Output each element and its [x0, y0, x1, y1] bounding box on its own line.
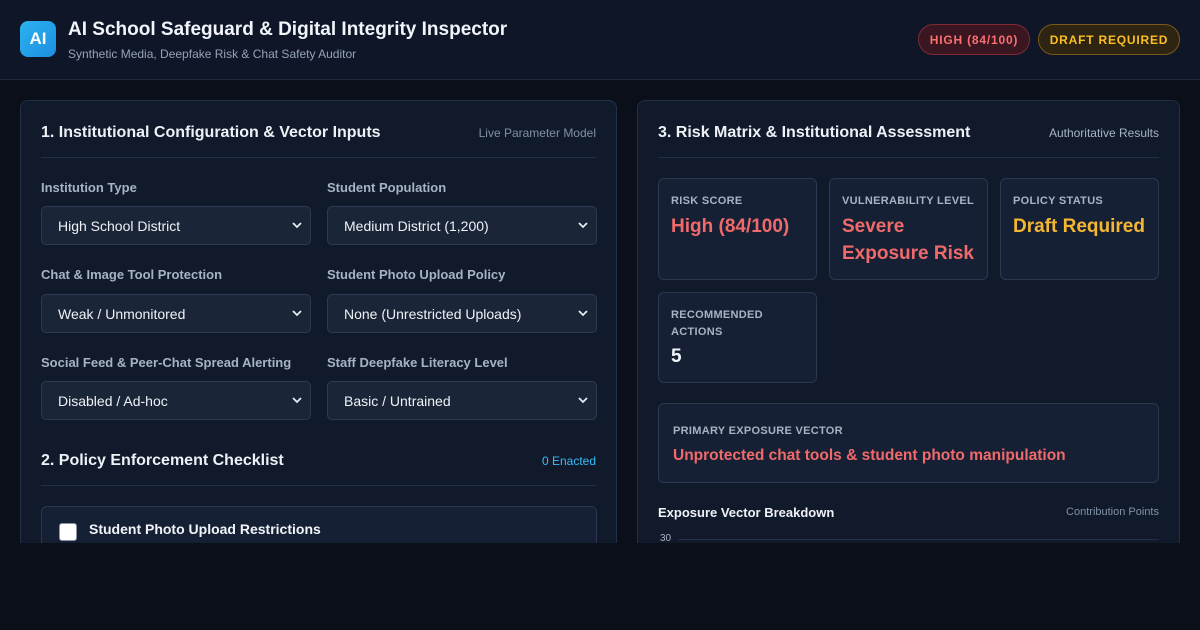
policy-status-card: POLICY STATUS Draft Required	[1000, 178, 1159, 280]
institution-type-value: High School District	[58, 217, 181, 234]
vulnerability-label: VULNERABILITY LEVEL	[842, 195, 975, 207]
photo-upload-policy-value: None (Unrestricted Uploads)	[344, 305, 522, 322]
staff-literacy-label: Staff Deepfake Literacy Level	[327, 355, 508, 370]
primary-vector-card: PRIMARY EXPOSURE VECTOR Unprotected chat…	[658, 403, 1159, 483]
policy-status-value: Draft Required	[1013, 216, 1145, 237]
student-population-select[interactable]: Medium District (1,200)	[327, 206, 597, 245]
chart-note: Contribution Points	[1066, 506, 1159, 518]
institution-type-select[interactable]: High School District	[41, 206, 311, 245]
risk-badge: HIGH (84/100)	[918, 24, 1030, 55]
risk-score-label: RISK SCORE	[671, 195, 743, 207]
checklist-divider	[41, 485, 596, 486]
tool-protection-label: Chat & Image Tool Protection	[41, 267, 223, 282]
app-title: AI School Safeguard & Digital Integrity …	[68, 19, 508, 40]
tool-protection-value: Weak / Unmonitored	[58, 305, 186, 322]
config-section-note: Live Parameter Model	[478, 126, 596, 140]
chevron-down-icon	[292, 310, 302, 317]
risk-score-card: RISK SCORE High (84/100)	[658, 178, 817, 280]
institution-type-label: Institution Type	[41, 180, 137, 195]
spread-alerting-value: Disabled / Ad-hoc	[58, 392, 168, 409]
student-population-label: Student Population	[327, 180, 447, 195]
app-subtitle: Synthetic Media, Deepfake Risk & Chat Sa…	[68, 47, 357, 61]
vulnerability-card: VULNERABILITY LEVEL Severe Exposure Risk	[829, 178, 988, 280]
primary-vector-label: PRIMARY EXPOSURE VECTOR	[673, 425, 843, 437]
policy-status-label: POLICY STATUS	[1013, 195, 1104, 207]
chart-title: Exposure Vector Breakdown	[658, 505, 835, 520]
spread-alerting-select[interactable]: Disabled / Ad-hoc	[41, 381, 311, 420]
spread-alerting-label: Social Feed & Peer-Chat Spread Alerting	[41, 355, 292, 370]
staff-literacy-select[interactable]: Basic / Untrained	[327, 381, 597, 420]
checklist-section-title: 2. Policy Enforcement Checklist	[41, 452, 284, 469]
enacted-count: 0 Enacted	[541, 454, 596, 468]
config-divider	[41, 157, 596, 158]
recommended-actions-card: RECOMMENDED ACTIONS 5	[658, 292, 817, 383]
chart-gridline	[678, 539, 1159, 540]
chevron-down-icon	[292, 397, 302, 404]
assessment-divider	[658, 157, 1159, 158]
photo-upload-restrictions-checkbox[interactable]	[59, 523, 77, 541]
primary-vector-value: Unprotected chat tools & student photo m…	[673, 447, 1066, 464]
chevron-down-icon	[578, 310, 588, 317]
chevron-down-icon	[578, 222, 588, 229]
recommended-actions-label: RECOMMENDED ACTIONS	[671, 309, 763, 338]
assessment-section-note: Authoritative Results	[1048, 126, 1159, 140]
checklist-item-label: Student Photo Upload Restrictions	[89, 521, 321, 537]
chevron-down-icon	[578, 397, 588, 404]
photo-upload-policy-label: Student Photo Upload Policy	[327, 267, 506, 282]
tool-protection-select[interactable]: Weak / Unmonitored	[41, 294, 311, 333]
app-logo: AI	[20, 21, 56, 57]
config-section-title: 1. Institutional Configuration & Vector …	[41, 124, 381, 141]
page-footer-area	[0, 543, 1200, 630]
photo-upload-policy-select[interactable]: None (Unrestricted Uploads)	[327, 294, 597, 333]
assessment-section-title: 3. Risk Matrix & Institutional Assessmen…	[658, 124, 971, 141]
assessment-panel: 3. Risk Matrix & Institutional Assessmen…	[637, 100, 1180, 560]
app-header: AI AI School Safeguard & Digital Integri…	[0, 0, 1200, 80]
recommended-actions-value: 5	[671, 346, 682, 367]
student-population-value: Medium District (1,200)	[344, 217, 489, 234]
risk-score-value: High (84/100)	[671, 216, 790, 237]
status-badge: DRAFT REQUIRED	[1038, 24, 1180, 55]
chevron-down-icon	[292, 222, 302, 229]
vulnerability-value: Severe Exposure Risk	[842, 216, 974, 264]
configuration-panel: 1. Institutional Configuration & Vector …	[20, 100, 617, 560]
staff-literacy-value: Basic / Untrained	[344, 392, 451, 409]
